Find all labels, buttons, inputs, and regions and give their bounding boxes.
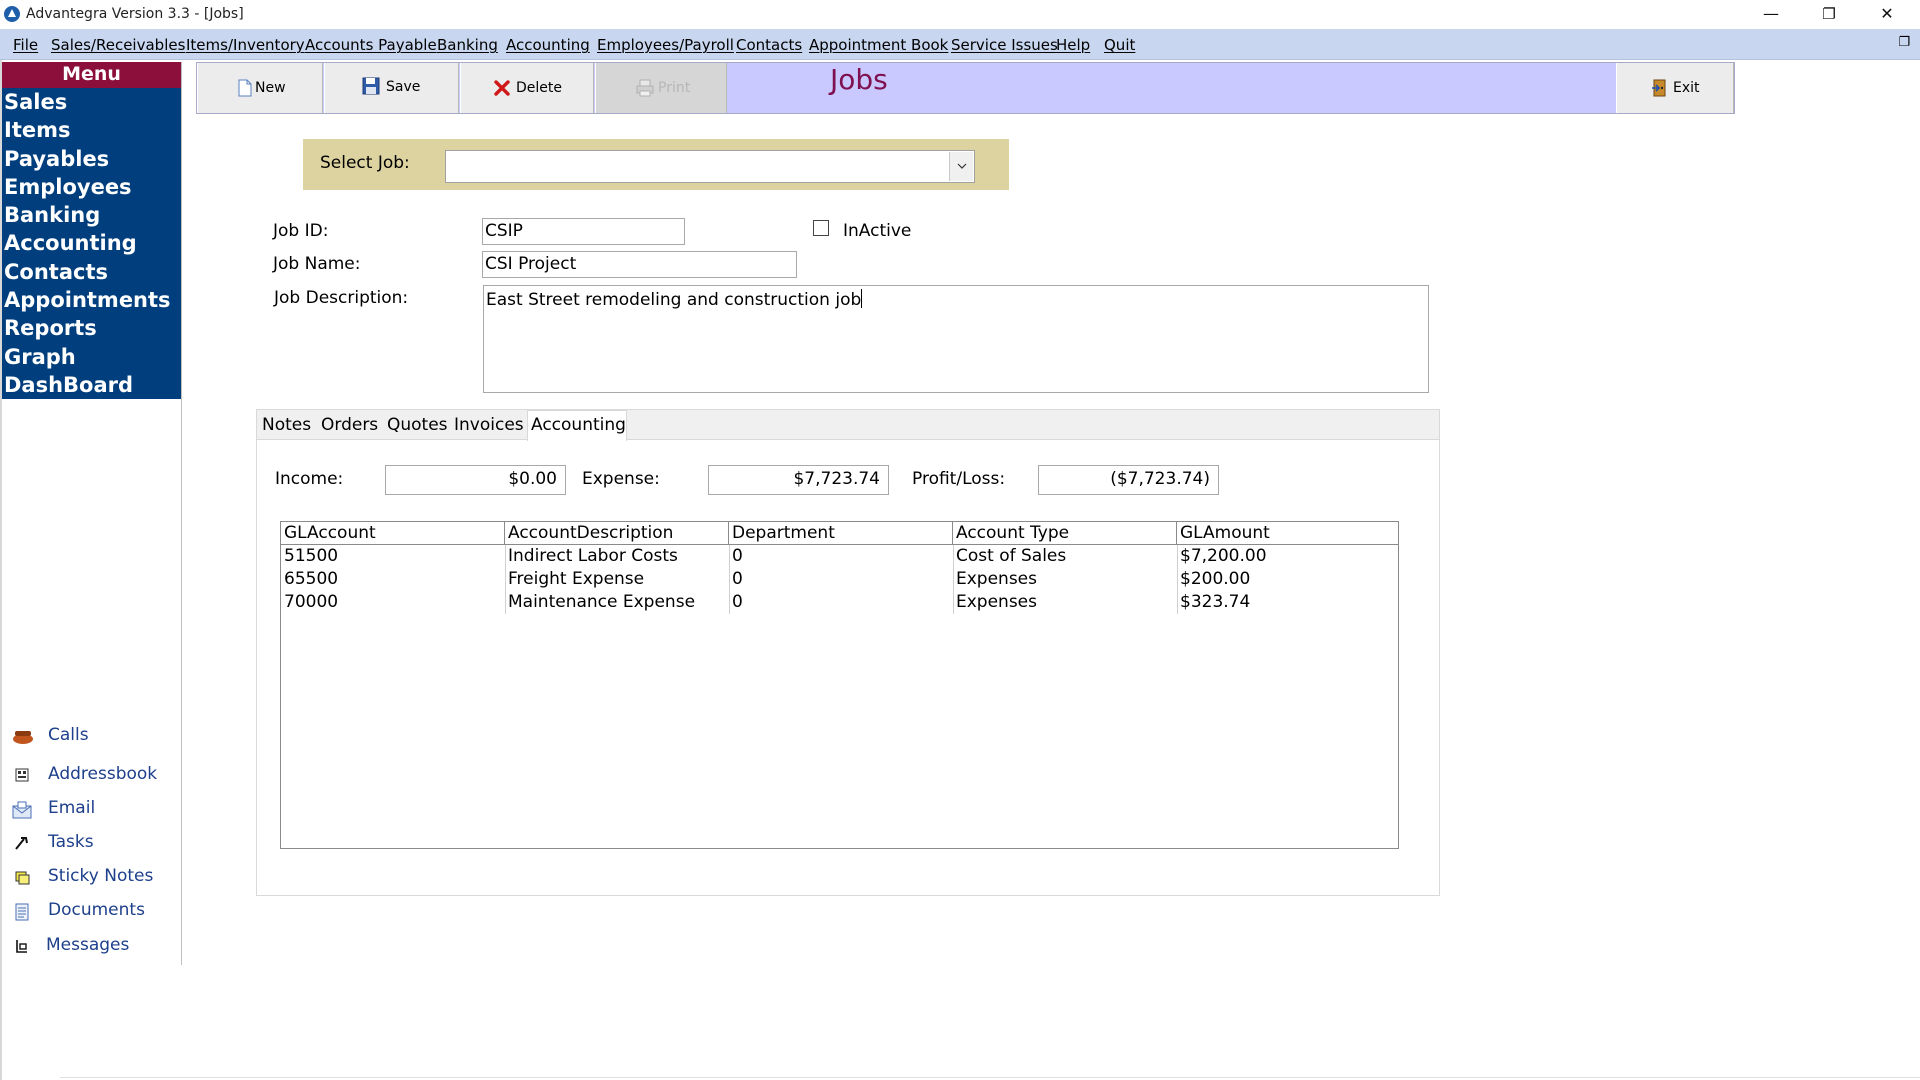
menu-quit[interactable]: Quit	[1104, 36, 1135, 54]
status-divider	[60, 1077, 1920, 1078]
chevron-down-icon[interactable]	[949, 152, 973, 181]
delete-button[interactable]: Delete	[460, 63, 594, 113]
job-description-field[interactable]: East Street remodeling and construction …	[483, 285, 1429, 393]
job-name-label: Job Name:	[273, 254, 361, 274]
job-description-text: East Street remodeling and construction …	[486, 290, 862, 310]
nav-divider	[181, 62, 182, 965]
mdi-restore-icon[interactable]: ❐	[1898, 35, 1910, 50]
tab-strip: Notes Orders Quotes Invoices Accounting	[257, 410, 1439, 441]
print-button[interactable]: Print	[595, 63, 727, 113]
profit-loss-label: Profit/Loss:	[912, 469, 1006, 489]
tool-messages[interactable]: Messages	[8, 932, 178, 962]
table-row[interactable]: 65500 Freight Expense 0 Expenses $200.00	[281, 568, 1398, 591]
exit-door-icon	[1651, 79, 1669, 97]
job-name-field[interactable]: CSI Project	[482, 251, 797, 278]
tool-tasks[interactable]: Tasks	[8, 829, 178, 859]
page-title: Jobs	[830, 63, 888, 96]
nav-item-appointments[interactable]: Appointments	[2, 286, 181, 314]
menu-accounts-payable[interactable]: Accounts Payable	[305, 36, 437, 54]
income-label: Income:	[275, 469, 344, 489]
close-button[interactable]: ✕	[1858, 0, 1916, 29]
nav-item-employees[interactable]: Employees	[2, 173, 181, 201]
tool-email[interactable]: Email	[8, 795, 178, 825]
nav-item-dashboard[interactable]: DashBoard	[2, 371, 181, 399]
menu-help[interactable]: Help	[1056, 36, 1090, 54]
title-bar: Advantegra Version 3.3 - [Jobs] — ❐ ✕	[0, 0, 1920, 29]
menu-contacts[interactable]: Contacts	[736, 36, 802, 54]
email-icon	[12, 801, 32, 819]
expense-field[interactable]: $7,723.74	[708, 465, 889, 495]
table-row[interactable]: 51500 Indirect Labor Costs 0 Cost of Sal…	[281, 545, 1398, 568]
new-button[interactable]: New	[197, 63, 323, 113]
nav-item-reports[interactable]: Reports	[2, 314, 181, 342]
col-department[interactable]: Department	[729, 522, 953, 545]
tool-documents[interactable]: Documents	[8, 897, 178, 927]
profit-loss-field[interactable]: ($7,723.74)	[1038, 465, 1219, 495]
gl-accounts-grid: GLAccount AccountDescription Department …	[280, 521, 1399, 849]
select-job-dropdown[interactable]	[445, 150, 975, 183]
minimize-button[interactable]: —	[1742, 0, 1800, 29]
col-account-description[interactable]: AccountDescription	[505, 522, 729, 545]
maximize-button[interactable]: ❐	[1800, 0, 1858, 29]
tab-orders[interactable]: Orders	[318, 414, 381, 440]
sticky-notes-icon	[12, 869, 32, 887]
nav-item-graph[interactable]: Graph	[2, 343, 181, 371]
menu-service-issues[interactable]: Service Issues	[951, 36, 1058, 54]
tab-quotes[interactable]: Quotes	[384, 414, 451, 440]
save-floppy-icon	[362, 77, 380, 99]
text-cursor	[861, 289, 863, 308]
job-description-label: Job Description:	[274, 288, 409, 308]
tab-invoices[interactable]: Invoices	[451, 414, 527, 440]
table-row[interactable]: 70000 Maintenance Expense 0 Expenses $32…	[281, 591, 1398, 614]
delete-x-icon	[493, 79, 511, 97]
menu-accounting[interactable]: Accounting	[506, 36, 590, 54]
tab-notes[interactable]: Notes	[259, 414, 314, 440]
main-menu: Menu Sales Items Payables Employees Bank…	[2, 62, 181, 399]
addressbook-icon	[12, 767, 32, 785]
expense-label: Expense:	[582, 469, 660, 489]
select-job-label: Select Job:	[320, 153, 410, 173]
income-field[interactable]: $0.00	[385, 465, 566, 495]
col-account-type[interactable]: Account Type	[953, 522, 1177, 545]
menu-banking[interactable]: Banking	[437, 36, 498, 54]
tool-addressbook[interactable]: Addressbook	[8, 761, 178, 791]
tool-sticky-notes[interactable]: Sticky Notes	[8, 863, 178, 893]
toolbar: New Delete Print Exit	[196, 62, 1735, 114]
nav-item-payables[interactable]: Payables	[2, 145, 181, 173]
col-glaccount[interactable]: GLAccount	[281, 522, 505, 545]
job-id-label: Job ID:	[273, 221, 329, 241]
menu-sales-receivables[interactable]: Sales/Receivables	[51, 36, 185, 54]
exit-button[interactable]: Exit	[1616, 63, 1734, 113]
menu-bar: File Sales/Receivables Items/Inventory A…	[0, 29, 1920, 60]
grid-header: GLAccount AccountDescription Department …	[281, 522, 1398, 545]
inactive-checkbox[interactable]	[813, 220, 829, 236]
inactive-label: InActive	[843, 221, 912, 241]
select-job-panel: Select Job:	[303, 139, 1009, 190]
nav-item-banking[interactable]: Banking	[2, 201, 181, 229]
nav-item-sales[interactable]: Sales	[2, 88, 181, 116]
tool-calls[interactable]: Calls	[8, 722, 178, 752]
nav-item-accounting[interactable]: Accounting	[2, 229, 181, 257]
menu-file[interactable]: File	[13, 36, 38, 54]
nav-item-contacts[interactable]: Contacts	[2, 258, 181, 286]
menu-items-inventory[interactable]: Items/Inventory	[186, 36, 305, 54]
window-title: Advantegra Version 3.3 - [Jobs]	[26, 6, 244, 22]
col-glamount[interactable]: GLAmount	[1177, 522, 1398, 545]
menu-employees-payroll[interactable]: Employees/Payroll	[597, 36, 734, 54]
messages-icon	[12, 938, 32, 956]
phone-icon	[12, 728, 33, 746]
save-button-label: Save	[386, 79, 421, 95]
printer-icon	[636, 79, 654, 97]
job-id-field[interactable]: CSIP	[482, 218, 685, 245]
menu-header: Menu	[2, 62, 181, 88]
documents-icon	[12, 903, 32, 921]
nav-item-items[interactable]: Items	[2, 116, 181, 144]
new-document-icon	[237, 79, 255, 97]
app-logo-icon	[4, 6, 20, 22]
menu-appointment-book[interactable]: Appointment Book	[809, 36, 948, 54]
tasks-icon	[12, 835, 32, 853]
tab-accounting[interactable]: Accounting	[527, 410, 627, 441]
